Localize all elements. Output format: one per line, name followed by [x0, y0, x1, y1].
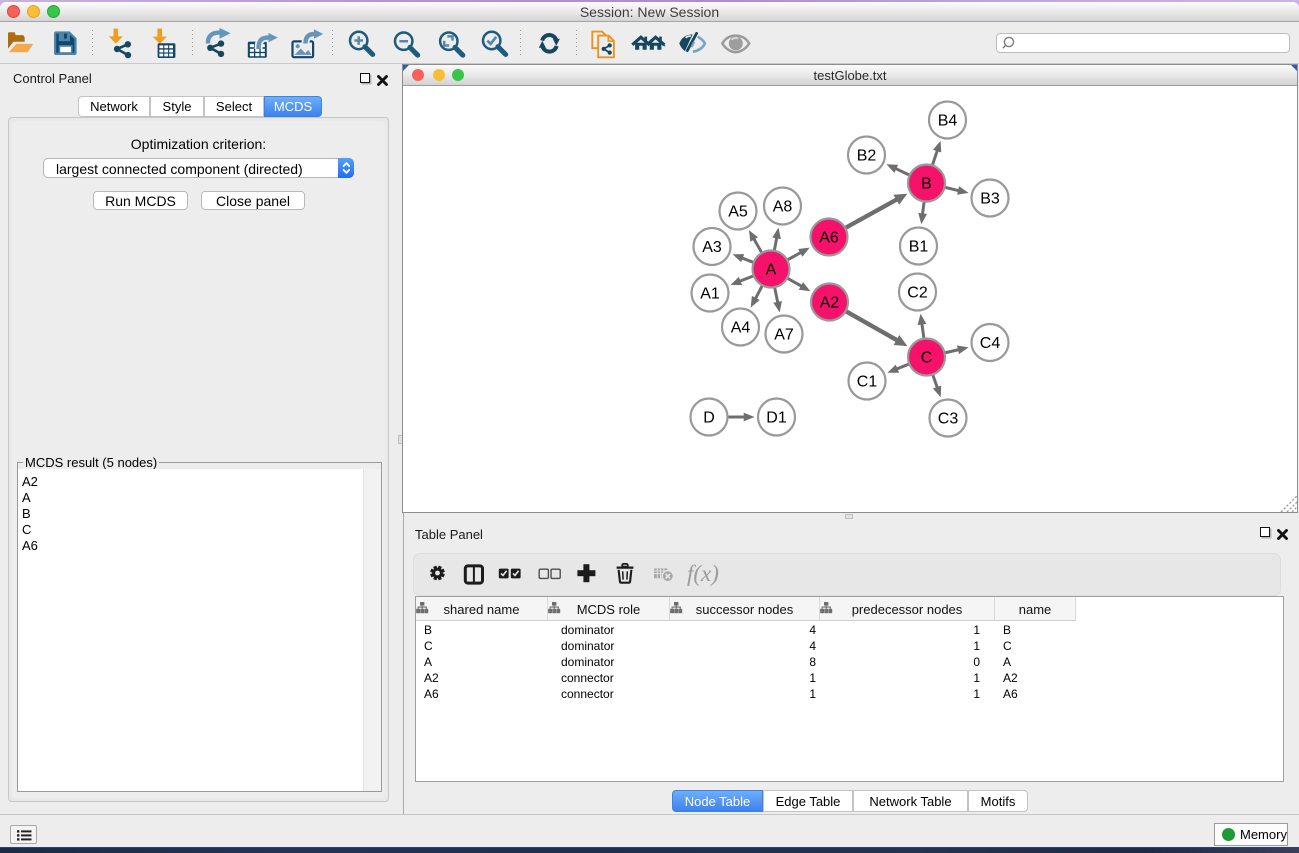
svg-text:f(x): f(x) [687, 561, 719, 586]
